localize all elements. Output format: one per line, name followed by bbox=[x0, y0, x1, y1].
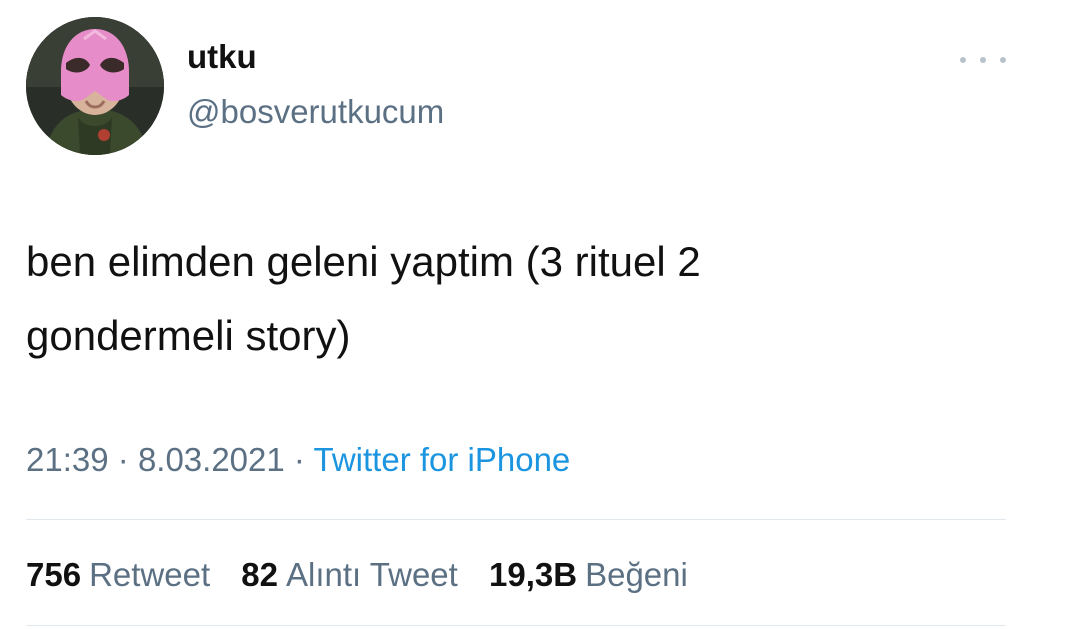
tweet-source-link[interactable]: Twitter for iPhone bbox=[314, 441, 571, 478]
dot-icon bbox=[960, 57, 966, 63]
tweet-date[interactable]: 8.03.2021 bbox=[138, 441, 285, 478]
quote-stat[interactable]: 82 Alıntı Tweet bbox=[241, 558, 458, 591]
dot-icon bbox=[1000, 57, 1006, 63]
dot-icon bbox=[980, 57, 986, 63]
tweet-text: ben elimden geleni yaptim (3 rituel 2 go… bbox=[26, 238, 701, 359]
more-horizontal-icon[interactable] bbox=[960, 48, 1006, 72]
masked-person-avatar-icon bbox=[26, 17, 164, 155]
like-stat[interactable]: 19,3B Beğeni bbox=[489, 558, 688, 591]
divider bbox=[26, 625, 1006, 626]
retweet-label: Retweet bbox=[89, 556, 211, 593]
like-count: 19,3B bbox=[489, 556, 578, 593]
tweet-meta: 21:39 · 8.03.2021 · Twitter for iPhone bbox=[26, 443, 570, 476]
tweet-card: utku @bosverutkucum ben elimden geleni y… bbox=[0, 0, 1080, 629]
quote-label: Alıntı Tweet bbox=[286, 556, 458, 593]
quote-count: 82 bbox=[241, 556, 279, 593]
meta-separator: · bbox=[117, 441, 129, 478]
author-handle[interactable]: @bosverutkucum bbox=[187, 95, 444, 128]
retweet-stat[interactable]: 756 Retweet bbox=[26, 558, 210, 591]
divider bbox=[26, 519, 1006, 520]
meta-separator: · bbox=[293, 441, 305, 478]
tweet-time[interactable]: 21:39 bbox=[26, 441, 109, 478]
retweet-count: 756 bbox=[26, 556, 82, 593]
author-display-name[interactable]: utku bbox=[187, 40, 257, 73]
like-label: Beğeni bbox=[585, 556, 688, 593]
avatar[interactable] bbox=[26, 17, 164, 155]
tweet-stats: 756 Retweet 82 Alıntı Tweet 19,3B Beğeni bbox=[26, 558, 710, 591]
